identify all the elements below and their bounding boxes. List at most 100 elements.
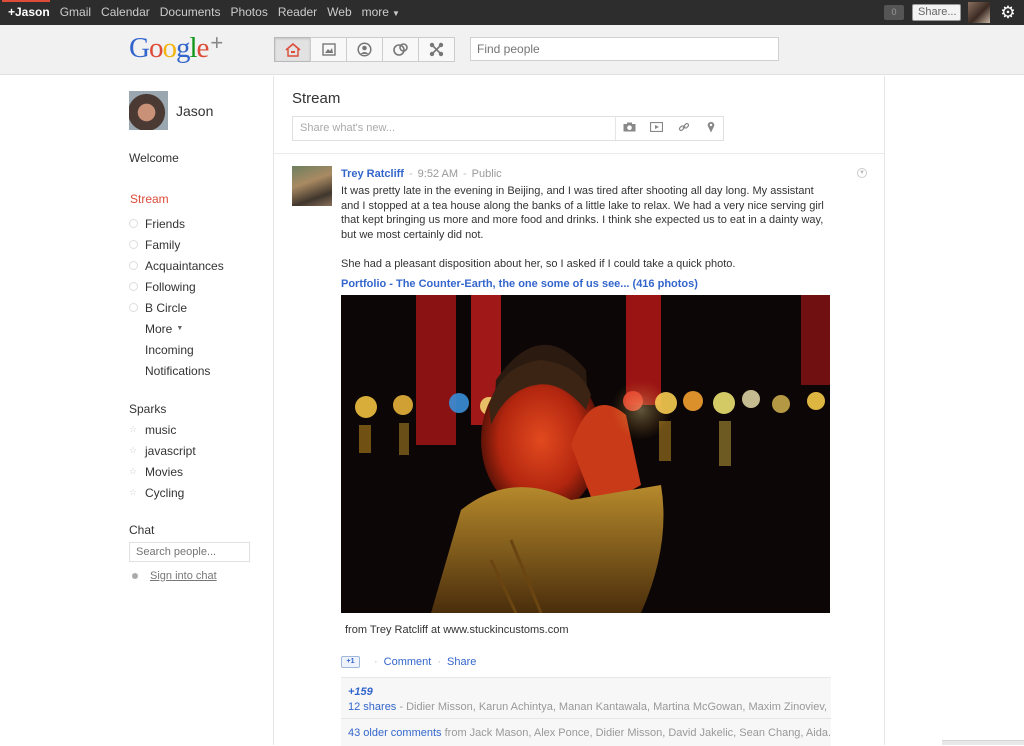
sidebar-item-family[interactable]: Family — [129, 234, 224, 255]
top-nav: +Jason Gmail Calendar Documents Photos R… — [0, 0, 405, 25]
sidebar-item-acquaintances[interactable]: Acquaintances — [129, 255, 224, 276]
profile-photo[interactable] — [129, 91, 168, 130]
logo-letter: e — [196, 32, 210, 64]
chat-heading: Chat — [129, 523, 155, 537]
sidebar-item-notifications[interactable]: Notifications — [129, 360, 224, 381]
top-nav-more-label: more — [361, 4, 389, 19]
post-photo[interactable] — [341, 295, 830, 613]
chevron-down-icon: ▼ — [176, 325, 184, 332]
chat-search-input[interactable] — [129, 542, 250, 562]
spark-label: javascript — [145, 443, 196, 458]
link-icon[interactable] — [670, 121, 697, 136]
games-icon — [429, 42, 444, 57]
sidebar-item-label: Family — [145, 237, 181, 252]
notifications-count-badge[interactable]: 0 — [884, 5, 904, 20]
circles-icon — [392, 43, 408, 56]
sidebar-item-label: Notifications — [145, 363, 211, 378]
profile-name[interactable]: Jason — [176, 103, 213, 119]
circle-icon — [129, 240, 138, 249]
older-comments: 43 older comments from Jack Mason, Alex … — [341, 718, 831, 746]
share-box-placeholder: Share what's new... — [300, 122, 396, 134]
home-icon — [284, 42, 301, 57]
plus-one-count[interactable]: +159 — [348, 686, 373, 698]
google-plus-logo[interactable]: Google+ — [129, 30, 223, 65]
nav-games-button[interactable] — [418, 37, 455, 62]
nav-circles-button[interactable] — [382, 37, 419, 62]
photos-icon — [321, 43, 336, 56]
share-link[interactable]: Share — [447, 656, 476, 668]
comment-link[interactable]: Comment — [384, 656, 432, 668]
post-timestamp[interactable]: 9:52 AM — [418, 168, 458, 180]
sidebar-item-incoming[interactable]: Incoming — [129, 339, 224, 360]
app-header: Google+ — [0, 25, 1024, 75]
star-icon: ☆ — [129, 424, 138, 434]
shares-link[interactable]: 12 shares — [348, 701, 396, 713]
page-title: Stream — [292, 90, 341, 107]
spark-item-cycling[interactable]: ☆ Cycling — [129, 482, 196, 503]
album-link[interactable]: Portfolio - The Counter-Earth, the one s… — [341, 278, 698, 290]
spark-label: Movies — [145, 464, 184, 479]
video-icon[interactable] — [643, 121, 670, 135]
status-dot-icon — [132, 573, 138, 579]
nav-photos-button[interactable] — [310, 37, 347, 62]
sidebar-item-b-circle[interactable]: B Circle — [129, 297, 224, 318]
share-button[interactable]: Share... — [912, 4, 961, 21]
top-nav-photos-link[interactable]: Photos — [225, 0, 272, 25]
top-nav-gmail-link[interactable]: Gmail — [55, 0, 96, 25]
location-icon[interactable] — [697, 121, 724, 136]
account-avatar[interactable] — [968, 2, 990, 23]
older-comments-link[interactable]: 43 older comments — [348, 727, 442, 739]
scrollbar[interactable] — [942, 740, 1024, 745]
share-tools — [615, 117, 724, 140]
sidebar-item-label: Following — [145, 279, 196, 294]
shares-names: - Didier Misson, Karun Achintya, Manan K… — [396, 701, 830, 713]
post-visibility[interactable]: Public — [472, 168, 502, 180]
sign-into-chat-link[interactable]: Sign into chat — [150, 570, 217, 582]
camera-icon[interactable] — [616, 122, 643, 135]
spark-item-movies[interactable]: ☆ Movies — [129, 461, 196, 482]
post-body: It was pretty late in the evening in Bei… — [341, 185, 824, 241]
sidebar-item-label: Friends — [145, 216, 186, 231]
top-nav-web-link[interactable]: Web — [322, 0, 356, 25]
sidebar-item-following[interactable]: Following — [129, 276, 224, 297]
sidebar-item-label: Incoming — [145, 342, 194, 357]
top-nav-more-link[interactable]: more ▼ — [357, 0, 405, 26]
top-nav-documents-link[interactable]: Documents — [155, 0, 226, 25]
top-nav-reader-link[interactable]: Reader — [273, 0, 322, 25]
nav-home-button[interactable] — [274, 37, 311, 62]
sidebar-item-label: Acquaintances — [145, 258, 224, 273]
post-options-icon[interactable]: ▼ — [857, 168, 867, 178]
find-people-input[interactable] — [470, 37, 779, 61]
spark-item-music[interactable]: ☆ music — [129, 419, 196, 440]
post-engagement: +159 12 shares - Didier Misson, Karun Ac… — [341, 677, 831, 746]
profile-icon — [357, 42, 372, 57]
star-icon: ☆ — [129, 487, 138, 497]
nav-profile-button[interactable] — [346, 37, 383, 62]
sparks-heading[interactable]: Sparks — [129, 402, 166, 416]
spark-item-javascript[interactable]: ☆ javascript — [129, 440, 196, 461]
sparks-list: ☆ music ☆ javascript ☆ Movies ☆ Cycling — [129, 419, 196, 503]
spark-label: Cycling — [145, 485, 185, 500]
sidebar-item-label: B Circle — [145, 300, 188, 315]
sidebar-item-stream[interactable]: Stream — [130, 192, 169, 206]
older-comments-line: 43 older comments from Jack Mason, Alex … — [348, 727, 830, 739]
star-icon: ☆ — [129, 445, 138, 455]
plus-one-button[interactable]: +1 — [341, 656, 360, 668]
sidebar-item-more[interactable]: More ▼ — [129, 318, 224, 339]
logo-letter: G — [129, 32, 150, 64]
top-bar: +Jason Gmail Calendar Documents Photos R… — [0, 0, 1024, 25]
logo-letter: g — [175, 32, 190, 64]
top-nav-profile-link[interactable]: +Jason — [0, 0, 55, 25]
post-author-avatar[interactable] — [292, 166, 332, 206]
gear-icon[interactable]: ⚙ — [998, 3, 1018, 23]
post-author-link[interactable]: Trey Ratcliff — [341, 168, 404, 180]
post-actions: +1 · Comment · Share — [341, 656, 476, 668]
left-sidebar: Jason Welcome Stream Friends Family Acqu… — [0, 76, 274, 745]
sidebar-item-welcome[interactable]: Welcome — [129, 151, 179, 165]
share-box[interactable]: Share what's new... — [292, 116, 724, 141]
post-body-second: She had a pleasant disposition about her… — [341, 258, 736, 270]
top-nav-calendar-link[interactable]: Calendar — [96, 0, 155, 25]
logo-letter: o — [162, 32, 176, 64]
shares-line: 12 shares - Didier Misson, Karun Achinty… — [348, 701, 830, 713]
sidebar-item-friends[interactable]: Friends — [129, 213, 224, 234]
